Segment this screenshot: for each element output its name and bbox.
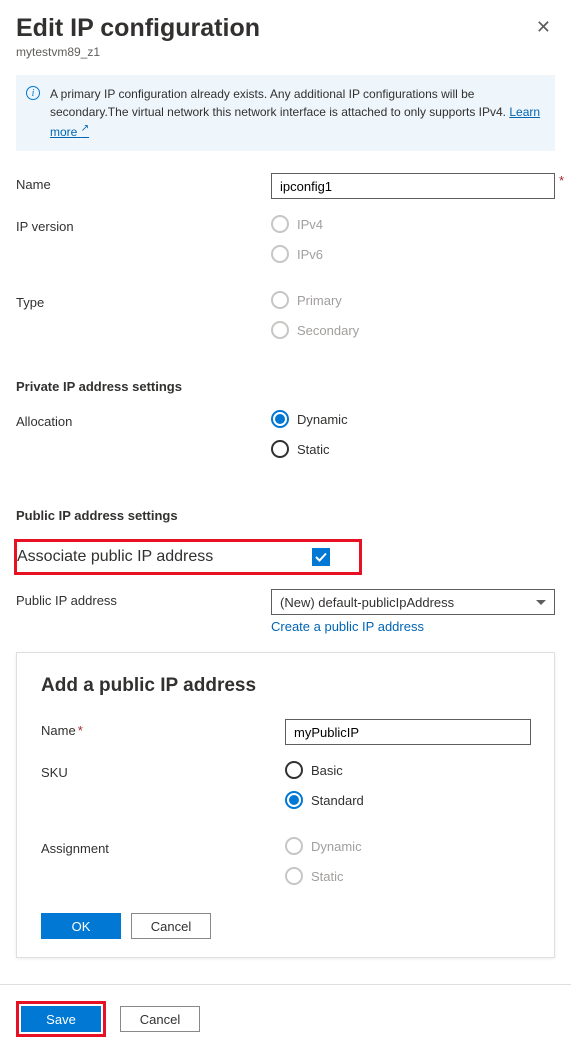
radio-icon: [285, 791, 303, 809]
assignment-static-radio: Static: [285, 867, 530, 885]
name-label: Name: [16, 173, 271, 192]
radio-icon: [271, 410, 289, 428]
type-label: Type: [16, 291, 271, 310]
divider: [0, 984, 571, 985]
type-primary-radio: Primary: [271, 291, 555, 309]
allocation-dynamic-radio[interactable]: Dynamic: [271, 410, 555, 428]
sku-label: SKU: [41, 761, 285, 780]
create-public-ip-link[interactable]: Create a public IP address: [271, 619, 555, 634]
add-name-label: Name*: [41, 719, 285, 738]
info-banner: i A primary IP configuration already exi…: [16, 75, 555, 151]
radio-icon: [285, 761, 303, 779]
footer-cancel-button[interactable]: Cancel: [120, 1006, 200, 1032]
public-ip-address-label: Public IP address: [16, 589, 271, 608]
page-subtitle: mytestvm89_z1: [16, 45, 260, 59]
allocation-static-radio[interactable]: Static: [271, 440, 555, 458]
save-highlight: Save: [16, 1001, 106, 1037]
associate-label: Associate public IP address: [17, 548, 312, 566]
assignment-dynamic-radio: Dynamic: [285, 837, 530, 855]
ipv6-radio: IPv6: [271, 245, 555, 263]
add-panel-title: Add a public IP address: [41, 675, 530, 697]
close-icon[interactable]: ✕: [532, 14, 555, 40]
sku-basic-radio[interactable]: Basic: [285, 761, 530, 779]
add-cancel-button[interactable]: Cancel: [131, 913, 211, 939]
allocation-label: Allocation: [16, 410, 271, 429]
ok-button[interactable]: OK: [41, 913, 121, 939]
check-icon: [315, 551, 327, 563]
required-mark: *: [559, 173, 564, 188]
add-public-ip-panel: Add a public IP address Name* SKU Basic …: [16, 652, 555, 958]
radio-icon: [285, 867, 303, 885]
radio-icon: [271, 215, 289, 233]
radio-icon: [271, 245, 289, 263]
radio-icon: [271, 291, 289, 309]
type-secondary-radio: Secondary: [271, 321, 555, 339]
radio-icon: [271, 321, 289, 339]
page-title: Edit IP configuration: [16, 14, 260, 43]
sku-standard-radio[interactable]: Standard: [285, 791, 530, 809]
name-input[interactable]: [271, 173, 555, 199]
ip-version-label: IP version: [16, 215, 271, 234]
associate-highlight: Associate public IP address: [14, 539, 362, 575]
public-ip-heading: Public IP address settings: [16, 508, 555, 523]
external-link-icon: ↗: [81, 123, 89, 134]
info-text: A primary IP configuration already exist…: [50, 87, 509, 119]
ipv4-radio: IPv4: [271, 215, 555, 233]
private-ip-heading: Private IP address settings: [16, 379, 555, 394]
assignment-label: Assignment: [41, 837, 285, 856]
public-ip-select[interactable]: (New) default-publicIpAddress: [271, 589, 555, 615]
associate-checkbox[interactable]: [312, 548, 330, 566]
info-icon: i: [26, 86, 40, 100]
radio-icon: [271, 440, 289, 458]
radio-icon: [285, 837, 303, 855]
add-name-input[interactable]: [285, 719, 531, 745]
save-button[interactable]: Save: [21, 1006, 101, 1032]
